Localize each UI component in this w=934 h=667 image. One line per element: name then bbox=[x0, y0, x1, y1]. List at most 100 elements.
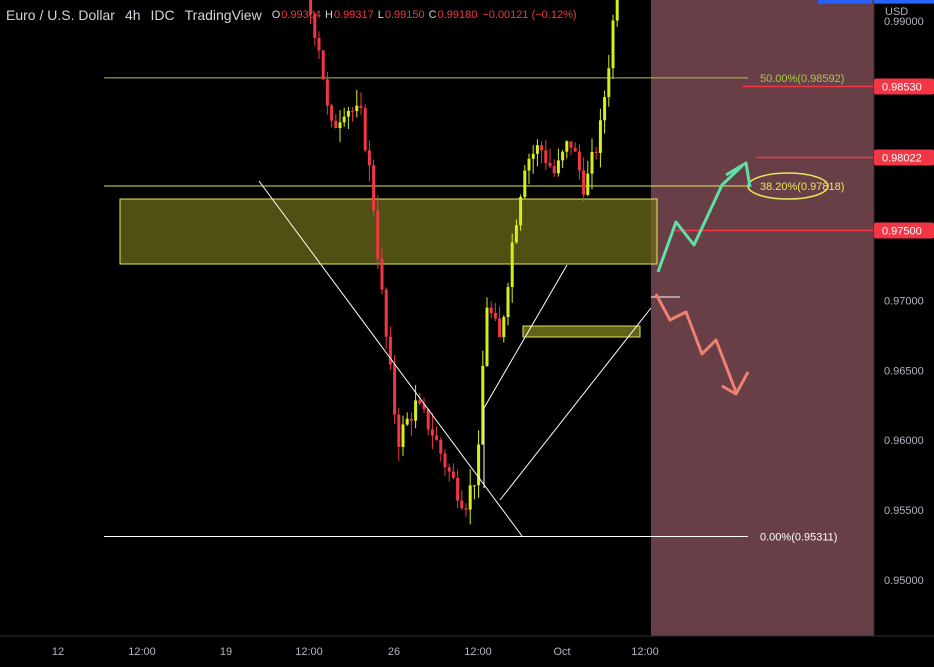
price-axis-panel[interactable] bbox=[874, 0, 934, 636]
candle-body bbox=[603, 97, 607, 121]
candle-body bbox=[393, 364, 397, 415]
price-badge-label: 0.98022 bbox=[882, 153, 922, 165]
time-tick-label: 12 bbox=[52, 646, 64, 658]
symbol-badge-label: EURUSD bbox=[823, 0, 870, 3]
candle-body bbox=[334, 120, 338, 129]
candle-body bbox=[443, 453, 447, 468]
candle-body bbox=[527, 158, 531, 171]
candle-body bbox=[338, 122, 342, 129]
candle-body bbox=[611, 20, 615, 69]
candle-body bbox=[468, 485, 472, 510]
candle-body bbox=[493, 313, 497, 319]
candle-body bbox=[426, 409, 430, 430]
candle-body bbox=[498, 318, 502, 338]
chart-legend[interactable]: Euro / U.S. Dollar 4h IDC TradingView O0… bbox=[6, 4, 581, 26]
candle-body bbox=[330, 105, 334, 121]
price-tick-label: 0.97000 bbox=[884, 295, 924, 307]
candle-body bbox=[342, 116, 346, 123]
candle-body bbox=[502, 317, 506, 338]
candle-body bbox=[355, 105, 359, 112]
candle-body bbox=[351, 110, 355, 112]
ohlc-close: C0.99180 bbox=[428, 9, 478, 21]
time-tick-label: 19 bbox=[220, 646, 232, 658]
candle-body bbox=[577, 151, 581, 171]
candle-body bbox=[451, 471, 455, 478]
candle-body bbox=[565, 141, 569, 152]
time-tick-label: 12:00 bbox=[464, 646, 492, 658]
candle-body bbox=[569, 141, 573, 148]
candle-body bbox=[514, 225, 518, 243]
resistance-zone bbox=[119, 198, 658, 265]
ohlc-change: −0.00121 (−0.12%) bbox=[482, 9, 577, 21]
candle-body bbox=[561, 151, 565, 161]
time-tick-label: 12:00 bbox=[631, 646, 659, 658]
candle-body bbox=[573, 147, 577, 152]
price-tick-label: 0.96500 bbox=[884, 365, 924, 377]
candle-body bbox=[317, 38, 321, 51]
candle-body bbox=[414, 400, 418, 421]
ohlc-high: H0.99317 bbox=[325, 9, 374, 21]
candle-body bbox=[346, 110, 350, 117]
candle-body bbox=[510, 242, 514, 288]
price-tick-label: 0.99000 bbox=[884, 16, 924, 28]
candle-body bbox=[418, 400, 422, 404]
support-zone bbox=[522, 325, 641, 338]
candle-body bbox=[384, 289, 388, 337]
platform-label: TradingView bbox=[184, 7, 262, 23]
time-tick-label: 12:00 bbox=[295, 646, 323, 658]
candle-body bbox=[523, 170, 527, 197]
candle-body bbox=[376, 210, 380, 259]
candle-body bbox=[321, 50, 325, 80]
candle bbox=[372, 159, 376, 217]
price-tick-label: 0.95000 bbox=[884, 575, 924, 587]
candle-body bbox=[531, 153, 535, 159]
candle-body bbox=[590, 152, 594, 174]
symbol-name: Euro / U.S. Dollar bbox=[6, 7, 115, 23]
time-tick-label: Oct bbox=[553, 646, 570, 658]
candle bbox=[485, 297, 489, 367]
current-price-badge-label: 0.99180 bbox=[882, 0, 922, 3]
ohlc-open: O0.99304 bbox=[271, 9, 322, 21]
candle-body bbox=[372, 165, 376, 211]
candle-body bbox=[607, 68, 611, 98]
candle bbox=[363, 104, 367, 153]
candle-body bbox=[409, 418, 413, 421]
candle-body bbox=[489, 307, 493, 314]
time-tick-label: 12:00 bbox=[128, 646, 156, 658]
candle-body bbox=[363, 107, 367, 151]
chart-stage[interactable]: 100.00%(1.01873)78.60%(1.00469)61.80%(0.… bbox=[0, 0, 934, 662]
candle-body bbox=[594, 152, 598, 154]
price-tick-label: 0.96000 bbox=[884, 435, 924, 447]
candle-body bbox=[460, 500, 464, 509]
candle-body bbox=[359, 105, 363, 108]
candle-body bbox=[519, 196, 523, 226]
candle-body bbox=[586, 173, 590, 195]
candle-body bbox=[464, 508, 468, 510]
candle-body bbox=[367, 150, 371, 166]
price-chart[interactable]: 100.00%(1.01873)78.60%(1.00469)61.80%(0.… bbox=[0, 0, 934, 662]
source-label: IDC bbox=[150, 7, 175, 23]
ohlc-low: L0.99150 bbox=[377, 9, 425, 21]
fib-level-label: 38.20%(0.97818) bbox=[760, 181, 844, 193]
candle-body bbox=[544, 150, 548, 163]
time-tick-label: 26 bbox=[388, 646, 400, 658]
interval-label[interactable]: 4h bbox=[125, 7, 141, 23]
candle-body bbox=[456, 477, 460, 501]
candle-body bbox=[405, 418, 409, 425]
candle bbox=[321, 50, 325, 81]
candle-body bbox=[397, 414, 401, 447]
candle-body bbox=[548, 162, 552, 167]
candle-body bbox=[401, 424, 405, 447]
candle-body bbox=[430, 429, 434, 436]
candle-body bbox=[598, 120, 602, 153]
candle-body bbox=[435, 435, 439, 440]
fib-level-label: 0.00%(0.95311) bbox=[760, 532, 837, 544]
candle-body bbox=[325, 79, 329, 106]
price-tick-label: 0.95500 bbox=[884, 505, 924, 517]
price-badge-label: 0.97500 bbox=[882, 226, 922, 238]
fib-level-label: 50.00%(0.98592) bbox=[760, 73, 844, 85]
candle-body bbox=[582, 170, 586, 195]
candle-body bbox=[485, 307, 489, 366]
candle-body bbox=[535, 145, 539, 154]
candle-body bbox=[472, 485, 476, 487]
